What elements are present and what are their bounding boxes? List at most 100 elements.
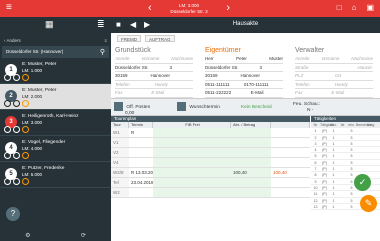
list-view-icon[interactable]: ≡ [104, 35, 107, 46]
list-icon[interactable]: ≣ [97, 19, 105, 30]
open-items[interactable]: Off. Posten 0,00 [114, 102, 150, 117]
sync-icon[interactable]: ⟳ [81, 231, 86, 241]
fib-cell[interactable] [153, 188, 231, 197]
check-button[interactable]: ✓ [354, 174, 371, 191]
calendar-icon[interactable]: ▣ [366, 3, 374, 12]
building-icon[interactable]: ▦ [45, 19, 54, 30]
help-button[interactable]: ? [6, 207, 20, 221]
abr-cell[interactable] [231, 128, 271, 137]
next-address-button[interactable]: › [226, 2, 230, 15]
field-value[interactable]: E-Mail [251, 89, 264, 97]
betrag-cell[interactable] [271, 128, 310, 137]
field-value[interactable]: Handy [335, 81, 348, 89]
home-icon[interactable]: ⌂ [352, 3, 357, 12]
tour-cell[interactable]: V1 [111, 138, 129, 147]
fib-cell[interactable] [153, 168, 231, 177]
hamburger-icon[interactable]: ≡ [6, 3, 12, 13]
field-value[interactable]: E-Mail [151, 89, 164, 97]
tab-auftrag[interactable]: AUFTRAG [145, 35, 175, 42]
tour-cell[interactable]: W1 [111, 128, 129, 137]
betrag-cell[interactable]: 100,40 [271, 168, 310, 177]
termin-cell[interactable]: R [129, 128, 153, 137]
customer-item[interactable]: 1 E: Muster, Peter LM: 1.000 [0, 58, 111, 84]
wish-date[interactable]: Wunschtermin [177, 102, 220, 111]
field-row[interactable]: Telefon Handy [295, 81, 373, 89]
field-value[interactable]: Herr [205, 55, 214, 63]
tour-cell[interactable]: V4 [111, 158, 129, 167]
betrag-cell[interactable] [271, 188, 310, 197]
field-value[interactable]: E-Mail [331, 89, 344, 97]
tour-cell[interactable]: Tel [111, 178, 129, 187]
tab-fremd[interactable]: FREMD [117, 35, 141, 42]
field-row[interactable]: PLZ Ort [295, 72, 373, 81]
field-value[interactable]: 30159 [115, 72, 128, 80]
table-row[interactable]: V2 [111, 148, 310, 158]
field-row[interactable]: Düsseldorfer Str. 3 [205, 64, 283, 72]
tour-cell[interactable]: V2 [111, 148, 129, 157]
fib-cell[interactable] [153, 178, 231, 187]
fib-cell[interactable] [153, 158, 231, 167]
tour-cell[interactable]: W2 [111, 188, 129, 197]
fib-cell[interactable] [153, 148, 231, 157]
field-value[interactable]: Ort [335, 72, 341, 80]
field-value[interactable]: Hannover [241, 72, 261, 80]
betrag-cell[interactable] [271, 138, 310, 147]
table-row[interactable]: W2/8R 13.03.2018 100,40100,40 [111, 168, 310, 178]
field-row[interactable]: 30159 Hannover [205, 72, 283, 81]
square-icon[interactable]: □ [337, 3, 342, 12]
field-row[interactable]: Fax E-Mail [295, 89, 373, 98]
field-value[interactable]: Nachname [171, 55, 193, 63]
field-row[interactable]: 30159 Hannover [115, 72, 193, 81]
edit-button[interactable]: ✎ [360, 195, 377, 212]
field-value[interactable]: 0511-111111 [205, 81, 230, 89]
field-value[interactable]: 0511-222222 [205, 89, 231, 97]
field-value[interactable]: Straße [295, 64, 309, 72]
field-value[interactable]: Düsseldorfer Str. [115, 64, 149, 72]
field-value[interactable]: Vorname [321, 55, 339, 63]
customer-item[interactable]: 3 E: Heiligenroth, Karl-Heinz LM: 3.000 [0, 110, 111, 136]
field-row[interactable]: Herr Peter Muster [205, 55, 283, 64]
abr-cell[interactable] [231, 148, 271, 157]
field-value[interactable]: Anrede [115, 55, 130, 63]
betrag-cell[interactable] [271, 178, 310, 187]
fib-cell[interactable] [153, 138, 231, 147]
field-value[interactable]: Telefon [115, 81, 130, 89]
field-value[interactable]: Fax [115, 89, 123, 97]
back-link[interactable]: ‹ Anders [4, 35, 21, 46]
abr-cell[interactable] [231, 178, 271, 187]
field-value[interactable]: Düsseldorfer Str. [205, 64, 239, 72]
field-value[interactable]: 0170-111111 [244, 81, 269, 89]
field-row[interactable]: Düsseldorfer Str. 3 [115, 64, 193, 72]
field-value[interactable]: Fax [295, 89, 303, 97]
prev-address-button[interactable]: ‹ [148, 2, 152, 15]
customer-item[interactable]: 2 E: Muster, Peter LM: 2.000 [0, 84, 111, 110]
table-row[interactable]: W2 [111, 188, 310, 198]
fib-cell[interactable] [153, 128, 231, 137]
field-value[interactable]: 3 [170, 64, 173, 72]
termin-cell[interactable] [129, 148, 153, 157]
field-value[interactable]: 30159 [205, 72, 218, 80]
field-value[interactable]: Hausnr. [357, 64, 373, 72]
termin-cell[interactable] [129, 138, 153, 147]
customer-item[interactable]: 5 E: Putzer, Frederike LM: 5.000 [0, 162, 111, 188]
field-row[interactable]: Anrede Vorname Nachname [115, 55, 193, 64]
tour-cell[interactable]: W2/8 [111, 168, 129, 177]
table-row[interactable]: Tel 23.04.2018 [111, 178, 310, 188]
field-value[interactable]: Vorname [141, 55, 159, 63]
field-value[interactable]: Handy [155, 81, 168, 89]
betrag-cell[interactable] [271, 158, 310, 167]
field-row[interactable]: 0511-222222 E-Mail [205, 89, 283, 98]
field-value[interactable]: PLZ [295, 72, 303, 80]
settings-icon[interactable]: ⚙ [25, 231, 30, 241]
field-row[interactable]: Telefon Handy [115, 81, 193, 89]
field-value[interactable]: Peter [236, 55, 247, 63]
field-value[interactable]: Hannover [151, 72, 171, 80]
address-search-input[interactable]: Düsseldorfer Str. (Hannover) ⚲ [2, 46, 109, 58]
field-row[interactable]: 0511-111111 0170-111111 [205, 81, 283, 89]
feu-value[interactable]: N - [293, 108, 320, 114]
termin-cell[interactable]: R 13.03.2018 [129, 168, 153, 177]
field-row[interactable]: Fax E-Mail [115, 89, 193, 98]
abr-cell[interactable] [231, 158, 271, 167]
field-row[interactable]: Straße Hausnr. [295, 64, 373, 72]
table-row[interactable]: W1 R [111, 128, 310, 138]
